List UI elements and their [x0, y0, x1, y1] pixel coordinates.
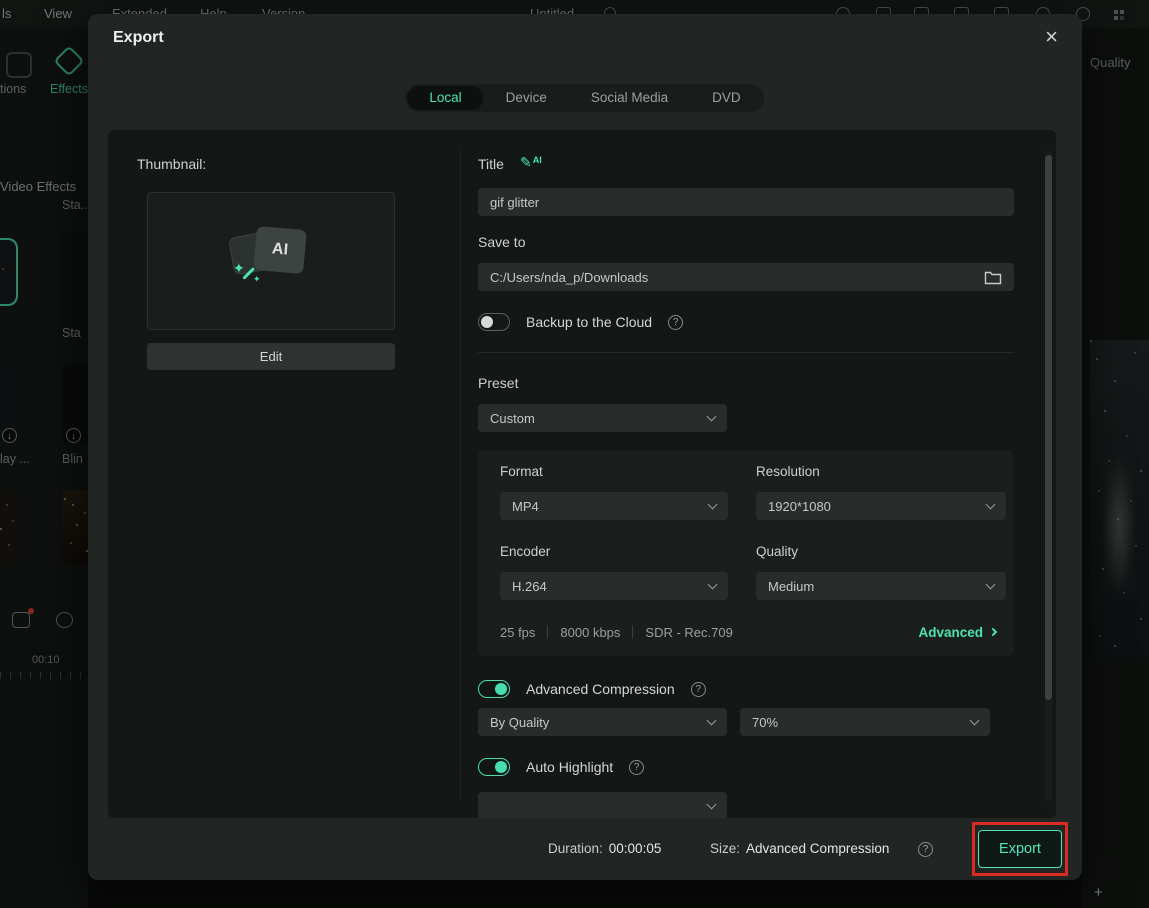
encoder-select[interactable]: H.264	[500, 572, 728, 600]
export-dialog: Export × Local Device Social Media DVD T…	[88, 14, 1082, 880]
compression-amount-select[interactable]: 70%	[740, 708, 990, 736]
chevron-down-icon	[986, 579, 996, 589]
column-divider	[460, 150, 461, 800]
question-glyph: ?	[634, 762, 640, 773]
preset-value: Custom	[490, 411, 535, 426]
color-space-value: SDR - Rec.709	[645, 625, 732, 640]
quality-select[interactable]: Medium	[756, 572, 1006, 600]
section-divider	[478, 352, 1014, 353]
tab-local[interactable]: Local	[407, 86, 483, 110]
advanced-link[interactable]: Advanced	[918, 625, 996, 640]
format-select[interactable]: MP4	[500, 492, 728, 520]
advanced-compression-toggle[interactable]	[478, 680, 510, 698]
encoder-label: Encoder	[500, 544, 550, 559]
chevron-right-icon	[989, 628, 997, 636]
backup-row: Backup to the Cloud ?	[478, 310, 683, 334]
tab-device[interactable]: Device	[484, 86, 569, 110]
export-tabbar: Local Device Social Media DVD	[405, 84, 764, 112]
encoder-value: H.264	[512, 579, 547, 594]
fps-value: 25 fps	[500, 625, 535, 640]
chevron-down-icon	[986, 499, 996, 509]
export-button[interactable]: Export	[978, 830, 1062, 868]
export-settings-panel: Thumbnail: AI ✦ ✦ Edit Title ✎ AI gif gl…	[108, 130, 1056, 818]
info-separator	[547, 625, 548, 639]
backup-help-icon[interactable]: ?	[668, 315, 683, 330]
ai-thumbnail-graphic: AI ✦ ✦	[223, 222, 319, 292]
format-value: MP4	[512, 499, 539, 514]
resolution-label: Resolution	[756, 464, 820, 479]
ai-card-text: AI	[271, 240, 289, 259]
question-glyph: ?	[673, 317, 679, 328]
chevron-down-icon	[708, 499, 718, 509]
save-to-input[interactable]: C:/Users/nda_p/Downloads	[478, 263, 1014, 291]
info-separator	[632, 625, 633, 639]
quality-value: Medium	[768, 579, 814, 594]
question-glyph: ?	[695, 684, 701, 695]
thumbnail-label: Thumbnail:	[137, 156, 206, 172]
folder-icon[interactable]	[984, 270, 1002, 285]
auto-highlight-row: Auto Highlight ?	[478, 755, 644, 779]
resolution-select[interactable]: 1920*1080	[756, 492, 1006, 520]
format-label: Format	[500, 464, 543, 479]
compression-amount-value: 70%	[752, 715, 778, 730]
chevron-down-icon	[708, 579, 718, 589]
bitrate-value: 8000 kbps	[560, 625, 620, 640]
chevron-down-icon	[970, 715, 980, 725]
chevron-down-icon	[707, 799, 717, 809]
chevron-down-icon	[707, 411, 717, 421]
auto-highlight-help-icon[interactable]: ?	[629, 760, 644, 775]
duration-value: 00:00:05	[609, 841, 662, 856]
tab-social-media[interactable]: Social Media	[569, 86, 690, 110]
duration-info: Duration: 00:00:05	[548, 841, 661, 856]
ai-card-front: AI	[253, 226, 307, 274]
clipped-select[interactable]	[478, 792, 727, 818]
save-to-label: Save to	[478, 234, 525, 250]
backup-label: Backup to the Cloud	[526, 314, 652, 330]
sparkle-icon: ✦	[233, 260, 245, 277]
chevron-down-icon	[707, 715, 717, 725]
compression-mode-select[interactable]: By Quality	[478, 708, 727, 736]
size-label: Size:	[710, 841, 740, 856]
sparkle-icon: ✦	[253, 274, 261, 285]
scrollbar-thumb[interactable]	[1045, 155, 1052, 700]
size-help-icon[interactable]: ?	[918, 842, 933, 857]
size-info: Size: Advanced Compression	[710, 841, 889, 856]
tab-dvd[interactable]: DVD	[690, 86, 763, 110]
question-glyph: ?	[923, 844, 929, 855]
edit-thumbnail-button[interactable]: Edit	[147, 343, 395, 370]
compression-help-icon[interactable]: ?	[691, 682, 706, 697]
title-label: Title	[478, 156, 504, 172]
close-icon[interactable]: ×	[1045, 26, 1058, 48]
advanced-compression-row: Advanced Compression ?	[478, 677, 706, 701]
advanced-compression-label: Advanced Compression	[526, 681, 675, 697]
duration-label: Duration:	[548, 841, 603, 856]
pen-glyph: ✎	[520, 154, 532, 171]
auto-highlight-toggle[interactable]	[478, 758, 510, 776]
preset-select[interactable]: Custom	[478, 404, 727, 432]
resolution-value: 1920*1080	[768, 499, 831, 514]
size-value: Advanced Compression	[746, 841, 889, 856]
quality-label: Quality	[756, 544, 798, 559]
auto-highlight-label: Auto Highlight	[526, 759, 613, 775]
format-settings-box: Format Resolution MP4 1920*1080 Encoder …	[478, 450, 1014, 656]
title-input[interactable]: gif glitter	[478, 188, 1014, 216]
thumbnail-preview: AI ✦ ✦	[147, 192, 395, 330]
compression-mode-value: By Quality	[490, 715, 549, 730]
title-value: gif glitter	[490, 195, 539, 210]
dialog-title: Export	[113, 29, 164, 47]
stream-info-row: 25 fps 8000 kbps SDR - Rec.709 Advanced	[500, 616, 996, 648]
ai-glyph: AI	[533, 155, 542, 165]
backup-toggle[interactable]	[478, 313, 510, 331]
ai-title-edit-icon[interactable]: ✎ AI	[520, 154, 542, 171]
save-to-value: C:/Users/nda_p/Downloads	[490, 270, 648, 285]
preset-label: Preset	[478, 375, 518, 391]
advanced-link-label: Advanced	[918, 625, 983, 640]
